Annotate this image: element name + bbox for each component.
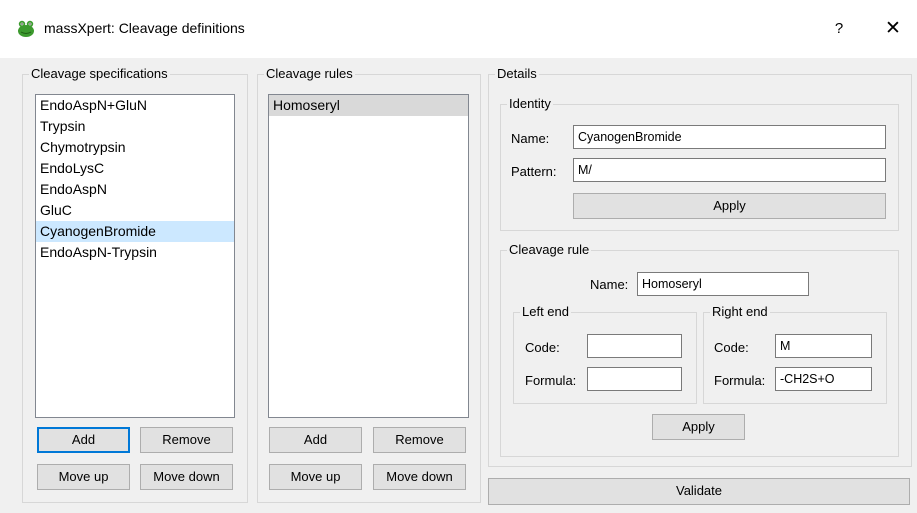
right-formula-label: Formula: xyxy=(714,373,766,388)
left-end-title: Left end xyxy=(520,304,571,320)
rules-move-down-button[interactable]: Move down xyxy=(373,464,466,490)
specs-list-item[interactable]: GluC xyxy=(36,200,234,221)
specs-list-item[interactable]: CyanogenBromide xyxy=(36,221,234,242)
cleavage-rules-title: Cleavage rules xyxy=(264,66,355,82)
validate-button[interactable]: Validate xyxy=(488,478,910,505)
right-formula-field[interactable]: -CH2S+O xyxy=(775,367,872,391)
cleavage-specifications-list[interactable]: EndoAspN+GluN Trypsin Chymotrypsin EndoLysC… xyxy=(35,94,235,418)
specs-list-item[interactable]: EndoAspN-Trypsin xyxy=(36,242,234,263)
right-code-field[interactable]: M xyxy=(775,334,872,358)
cleavage-rules-list[interactable]: Homoseryl xyxy=(268,94,469,418)
left-formula-label: Formula: xyxy=(525,373,577,388)
close-button[interactable]: ✕ xyxy=(876,14,910,44)
identity-apply-button[interactable]: Apply xyxy=(573,193,886,219)
right-code-label: Code: xyxy=(714,340,749,355)
identity-pattern-field[interactable]: M/ xyxy=(573,158,886,182)
specs-list-item[interactable]: EndoAspN xyxy=(36,179,234,200)
title-bar: massXpert: Cleavage definitions ? ✕ xyxy=(0,0,917,58)
specs-list-item[interactable]: EndoAspN+GluN xyxy=(36,95,234,116)
identity-name-label: Name: xyxy=(511,131,550,146)
rules-move-up-button[interactable]: Move up xyxy=(269,464,362,490)
specs-move-up-button[interactable]: Move up xyxy=(37,464,130,490)
rules-add-button[interactable]: Add xyxy=(269,427,362,453)
rule-name-field[interactable]: Homoseryl xyxy=(637,272,809,296)
specs-list-item[interactable]: EndoLysC xyxy=(36,158,234,179)
rule-name-label: Name: xyxy=(590,277,629,292)
right-end-title: Right end xyxy=(710,304,770,320)
rules-list-item[interactable]: Homoseryl xyxy=(269,95,468,116)
specs-list-item[interactable]: Chymotrypsin xyxy=(36,137,234,158)
specs-list-item[interactable]: Trypsin xyxy=(36,116,234,137)
specs-move-down-button[interactable]: Move down xyxy=(140,464,233,490)
details-title: Details xyxy=(495,66,539,82)
frog-icon xyxy=(18,20,34,37)
window-title: massXpert: Cleavage definitions xyxy=(44,20,245,36)
cleavage-specifications-title: Cleavage specifications xyxy=(29,66,170,82)
help-button[interactable]: ? xyxy=(822,14,856,44)
rules-remove-button[interactable]: Remove xyxy=(373,427,466,453)
cleavage-rule-title: Cleavage rule xyxy=(507,242,592,258)
left-code-field[interactable] xyxy=(587,334,682,358)
rule-apply-button[interactable]: Apply xyxy=(652,414,745,440)
specs-remove-button[interactable]: Remove xyxy=(140,427,233,453)
identity-pattern-label: Pattern: xyxy=(511,164,557,179)
left-formula-field[interactable] xyxy=(587,367,682,391)
identity-name-field[interactable]: CyanogenBromide xyxy=(573,125,886,149)
left-code-label: Code: xyxy=(525,340,560,355)
specs-add-button[interactable]: Add xyxy=(37,427,130,453)
identity-title: Identity xyxy=(507,96,553,112)
